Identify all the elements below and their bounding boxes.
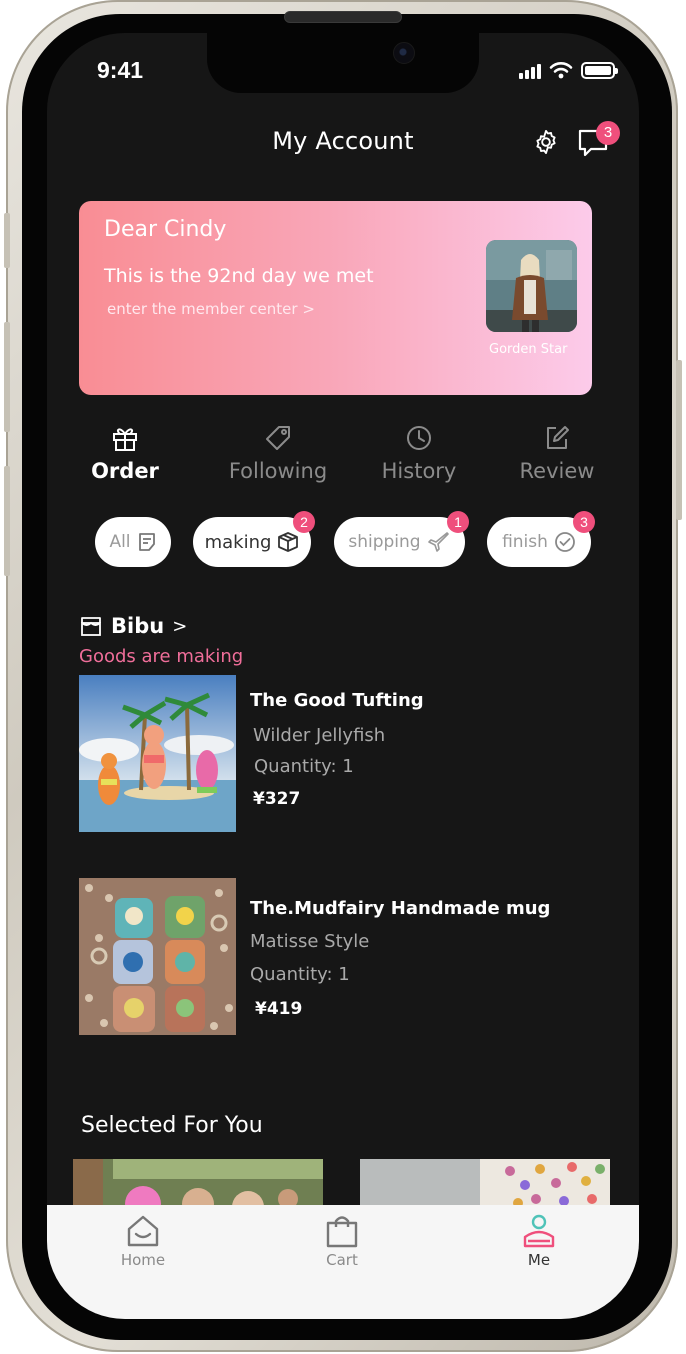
member-greeting: Dear Cindy — [104, 217, 227, 242]
section-title: Selected For You — [81, 1113, 263, 1138]
tab-order[interactable]: Order — [85, 423, 165, 483]
tab-order-label: Order — [91, 459, 159, 483]
product-price: ¥327 — [253, 789, 301, 809]
power-button — [676, 360, 682, 520]
member-days-text: This is the 92nd day we met — [104, 265, 374, 287]
user-icon — [523, 1214, 555, 1248]
filter-making-label: making — [204, 531, 272, 553]
nav-cart[interactable]: Cart — [292, 1213, 392, 1269]
bottom-nav: Home Cart Me — [47, 1205, 639, 1319]
wifi-icon — [549, 62, 573, 79]
product-title[interactable]: The Good Tufting — [250, 690, 424, 711]
member-center-link[interactable]: enter the member center > — [107, 300, 315, 318]
member-avatar-caption: Gorden Star — [489, 342, 568, 357]
gear-icon[interactable] — [532, 128, 560, 156]
filter-all[interactable]: All — [95, 517, 171, 567]
product-quantity: Quantity: 1 — [254, 756, 354, 777]
signal-icon — [519, 63, 541, 79]
product-variant: Wilder Jellyfish — [253, 725, 386, 746]
filter-finish-label: finish — [502, 532, 548, 552]
check-circle-icon — [555, 532, 575, 552]
volume-down-button — [4, 466, 10, 576]
shop-name: Bibu — [111, 614, 165, 638]
airplane-icon — [427, 532, 449, 552]
order-tabs: Order Following History Review — [47, 423, 639, 503]
speaker-slot — [284, 11, 402, 23]
product-variant: Matisse Style — [250, 931, 370, 952]
tag-icon — [266, 426, 290, 450]
box-icon — [278, 532, 299, 552]
member-avatar[interactable] — [486, 240, 577, 332]
nav-home-label: Home — [120, 1251, 166, 1269]
battery-icon — [581, 62, 618, 79]
edit-icon — [547, 426, 569, 449]
screen: 9:41 My Account 3 Dear Cindy This is the… — [47, 33, 639, 1319]
filter-shipping[interactable]: shipping 1 — [334, 511, 469, 567]
tab-following-label: Following — [228, 459, 328, 483]
product-title[interactable]: The.Mudfairy Handmade mug — [250, 898, 550, 919]
filter-shipping-label: shipping — [348, 532, 421, 552]
tab-following[interactable]: Following — [213, 423, 343, 483]
member-card[interactable]: Dear Cindy This is the 92nd day we met e… — [79, 201, 592, 395]
volume-up-button — [4, 322, 10, 432]
tab-history[interactable]: History — [369, 423, 469, 483]
shop-order-status: Goods are making — [79, 646, 244, 667]
status-icons — [519, 61, 618, 79]
list-doc-icon — [138, 533, 155, 551]
store-icon — [81, 617, 101, 636]
nav-me[interactable]: Me — [489, 1213, 589, 1269]
shop-chevron: > — [172, 615, 188, 637]
camera-icon — [393, 42, 415, 64]
tab-history-label: History — [381, 459, 457, 483]
gift-icon — [113, 428, 137, 451]
shopping-bag-icon — [326, 1216, 358, 1248]
making-count-badge: 2 — [293, 511, 315, 533]
tab-review-label: Review — [519, 459, 595, 483]
tab-review[interactable]: Review — [512, 423, 602, 483]
status-time: 9:41 — [97, 57, 144, 83]
filter-finish[interactable]: finish 3 — [487, 511, 595, 567]
nav-cart-label: Cart — [326, 1251, 358, 1269]
product-quantity: Quantity: 1 — [250, 964, 350, 985]
notch — [207, 33, 479, 93]
nav-me-label: Me — [527, 1251, 551, 1269]
finish-count-badge: 3 — [573, 511, 595, 533]
home-icon — [127, 1215, 159, 1247]
product-image[interactable] — [79, 675, 236, 832]
shop-link[interactable]: Bibu > — [79, 614, 187, 638]
filter-making[interactable]: making 2 — [193, 511, 315, 567]
product-price: ¥419 — [255, 999, 303, 1019]
filter-all-label: All — [109, 532, 131, 552]
shipping-count-badge: 1 — [447, 511, 469, 533]
message-count-badge: 3 — [596, 121, 620, 145]
product-image[interactable] — [79, 878, 236, 1035]
clock-icon — [407, 426, 431, 450]
nav-home[interactable]: Home — [93, 1213, 193, 1269]
mute-switch — [4, 213, 10, 268]
